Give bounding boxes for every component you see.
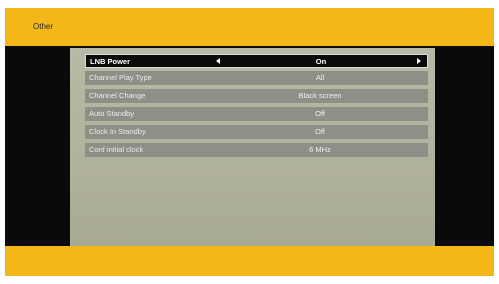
arrow-left-icon[interactable]: [216, 58, 220, 64]
arrow-right-icon[interactable]: [417, 58, 421, 64]
menu-item-value: Off: [315, 109, 325, 118]
menu-item-label: Conf initial clock: [89, 145, 144, 154]
menu-item-channel-change[interactable]: Channel Change Black screen: [85, 89, 428, 103]
menu-item-label: Auto Standby: [89, 109, 135, 118]
menu-item-lnb-power[interactable]: LNB Power On: [85, 54, 428, 68]
menu-item-channel-play-type[interactable]: Channel Play Type All: [85, 71, 428, 85]
menu-item-clock-in-standby[interactable]: Clock In Standby Off: [85, 125, 428, 139]
menu-item-auto-standby[interactable]: Auto Standby Off: [85, 107, 428, 121]
menu-item-value: Off: [315, 127, 325, 136]
menu-item-value: Black screen: [298, 91, 342, 100]
page-title: Other: [33, 22, 54, 31]
menu-item-value: All: [315, 73, 325, 82]
menu-item-label: Channel Play Type: [89, 73, 152, 82]
settings-panel: LNB Power On Channel Play Type All Chann…: [70, 48, 435, 246]
footer-bar: [5, 246, 494, 276]
menu-item-value: 6 MHz: [309, 145, 331, 154]
menu-item-value: On: [315, 57, 327, 66]
menu-item-label: Channel Change: [89, 91, 146, 100]
menu-item-label: LNB Power: [90, 57, 131, 66]
menu-item-label: Clock In Standby: [89, 127, 146, 136]
menu-item-conf-initial-clock[interactable]: Conf initial clock 6 MHz: [85, 143, 428, 157]
osd-screen: Other LNB Power On Channel Play Type All…: [5, 8, 494, 276]
header-bar: Other: [5, 8, 494, 46]
